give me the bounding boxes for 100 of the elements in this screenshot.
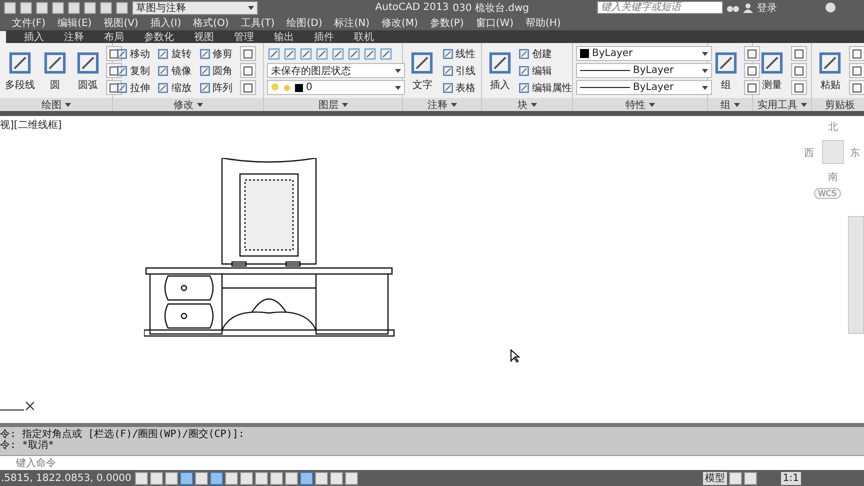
linetype-dropdown[interactable]: ByLayer bbox=[576, 80, 712, 95]
ribbon-icon-button[interactable] bbox=[240, 63, 256, 78]
panel-title[interactable]: 特性 bbox=[573, 98, 707, 111]
ribbon-tool-button[interactable]: 旋转 bbox=[157, 46, 196, 60]
ribbon-icon-button[interactable] bbox=[790, 63, 806, 78]
menu-item[interactable]: 文件(F) bbox=[12, 16, 46, 30]
wcs-menu[interactable]: WCS bbox=[814, 188, 841, 199]
panel-title[interactable]: 注释 bbox=[403, 98, 481, 111]
ribbon-tool-button[interactable]: 移动 bbox=[116, 46, 154, 60]
drafting-toggle[interactable] bbox=[195, 472, 208, 484]
menu-item[interactable]: 窗口(W) bbox=[476, 16, 514, 30]
ribbon-tool-button[interactable]: 表格 bbox=[442, 80, 478, 94]
ribbon-tool-button[interactable]: 组 bbox=[711, 50, 741, 92]
ribbon-tool-button[interactable]: 线性 bbox=[442, 46, 478, 60]
menu-item[interactable]: 标注(N) bbox=[334, 16, 370, 30]
ribbon-icon-button[interactable] bbox=[240, 46, 256, 61]
drafting-toggle[interactable] bbox=[150, 472, 163, 484]
ribbon-icon-button[interactable] bbox=[848, 63, 864, 78]
quick-access-icon[interactable] bbox=[84, 2, 96, 14]
panel-title[interactable]: 剪贴板 bbox=[812, 98, 864, 111]
ribbon-tab[interactable]: 布局 bbox=[102, 30, 126, 44]
ribbon-tool-button[interactable]: 圆角 bbox=[198, 64, 237, 78]
model-button[interactable]: 模型 bbox=[702, 472, 727, 484]
ribbon-tab[interactable]: 注释 bbox=[62, 30, 86, 44]
drafting-toggle[interactable] bbox=[165, 472, 178, 484]
ribbon-tool-button[interactable]: 缩放 bbox=[157, 80, 196, 94]
sign-in-link[interactable]: 登录 bbox=[757, 0, 777, 14]
drafting-toggle[interactable] bbox=[240, 472, 253, 484]
linetype-dropdown[interactable]: ByLayer bbox=[576, 63, 712, 78]
drafting-toggle[interactable] bbox=[180, 472, 193, 484]
menu-item[interactable]: 编辑(E) bbox=[58, 16, 92, 30]
quick-access-icon[interactable] bbox=[36, 2, 48, 14]
menu-item[interactable]: 绘图(D) bbox=[286, 16, 322, 30]
drafting-toggle[interactable] bbox=[285, 472, 298, 484]
ribbon-tool-button[interactable]: 测量 bbox=[756, 50, 788, 92]
menu-item[interactable]: 工具(T) bbox=[240, 16, 275, 30]
ribbon-tool-button[interactable]: 修剪 bbox=[198, 46, 237, 60]
ribbon-icon-button[interactable] bbox=[240, 80, 256, 95]
menu-item[interactable]: 视图(V) bbox=[104, 16, 138, 30]
panel-title[interactable]: 修改 bbox=[113, 98, 263, 111]
layout-icon[interactable] bbox=[728, 472, 742, 484]
ribbon-tool-button[interactable]: 多段线 bbox=[3, 50, 37, 92]
ribbon-icon-button[interactable] bbox=[790, 80, 806, 95]
ribbon-tool-button[interactable]: 创建 bbox=[518, 46, 572, 60]
ribbon-icon-button[interactable] bbox=[744, 63, 760, 78]
quick-access-icon[interactable] bbox=[20, 2, 32, 14]
quick-access-icon[interactable] bbox=[68, 2, 80, 14]
annotation-scale[interactable]: 1:1 bbox=[780, 472, 801, 484]
ribbon-tool-button[interactable]: 阵列 bbox=[198, 80, 237, 94]
menu-item[interactable]: 插入(I) bbox=[150, 16, 182, 30]
viewport-label[interactable]: 视][二维线框] bbox=[0, 118, 62, 132]
command-input[interactable]: 键入命令 bbox=[0, 455, 864, 470]
ribbon-icon-button[interactable] bbox=[848, 80, 864, 95]
panel-title[interactable]: 图层 bbox=[264, 98, 402, 111]
ribbon-icon-button[interactable] bbox=[790, 46, 806, 61]
ribbon-tab[interactable]: 视图 bbox=[192, 30, 216, 44]
color-dropdown[interactable]: ByLayer bbox=[576, 46, 712, 61]
ribbon-tool-button[interactable]: 引线 bbox=[442, 64, 478, 78]
quick-access-icon[interactable] bbox=[116, 2, 128, 14]
drafting-toggle[interactable] bbox=[300, 472, 313, 484]
ribbon-tool-button[interactable]: 复制 bbox=[116, 64, 154, 78]
workspace-dropdown[interactable]: 草图与注释 bbox=[132, 0, 258, 14]
quick-access-icon[interactable] bbox=[100, 2, 112, 14]
ribbon-tool-button[interactable]: 镜像 bbox=[157, 64, 196, 78]
drafting-toggle[interactable] bbox=[270, 472, 283, 484]
quick-access-icon[interactable] bbox=[4, 2, 16, 14]
layer-state-dropdown[interactable]: 未保存的图层状态 bbox=[267, 63, 405, 78]
drafting-toggle[interactable] bbox=[315, 472, 328, 484]
ribbon-tool-button[interactable]: 粘贴 bbox=[815, 50, 846, 92]
layer-dropdown[interactable]: 0 bbox=[267, 80, 405, 95]
ribbon-icon-button[interactable] bbox=[744, 80, 760, 95]
ribbon-tab[interactable]: 插入 bbox=[22, 30, 46, 44]
menu-item[interactable]: 帮助(H) bbox=[526, 16, 561, 30]
ribbon-tab[interactable]: 插件 bbox=[312, 30, 336, 44]
ribbon-icon-button[interactable] bbox=[848, 46, 864, 61]
ribbon-tool-button[interactable]: 圆弧 bbox=[73, 50, 103, 92]
drafting-toggle[interactable] bbox=[135, 472, 148, 484]
ribbon-icon-button[interactable] bbox=[744, 46, 760, 61]
ribbon-tab[interactable]: 参数化 bbox=[142, 30, 176, 44]
panel-title[interactable]: 块 bbox=[482, 98, 572, 111]
ribbon-tool-button[interactable]: 圆 bbox=[40, 50, 70, 92]
drafting-toggle[interactable] bbox=[330, 472, 343, 484]
ribbon-tab[interactable]: 输出 bbox=[272, 30, 296, 44]
ribbon-tab[interactable]: 联机 bbox=[352, 30, 376, 44]
panel-title[interactable]: 实用工具 bbox=[753, 98, 811, 111]
ribbon-tool-button[interactable]: 编辑 bbox=[518, 64, 572, 78]
layout-icon[interactable] bbox=[744, 472, 757, 484]
ribbon-tool-button[interactable]: 拉伸 bbox=[116, 80, 154, 94]
panel-title[interactable]: 绘图 bbox=[0, 98, 112, 111]
drafting-toggle[interactable] bbox=[255, 472, 268, 484]
drafting-toggle[interactable] bbox=[210, 472, 223, 484]
drafting-toggle[interactable] bbox=[345, 472, 358, 484]
menu-item[interactable]: 修改(M) bbox=[382, 16, 418, 30]
quick-access-icon[interactable] bbox=[52, 2, 64, 14]
ribbon-tool-button[interactable]: 文字 bbox=[406, 50, 438, 92]
ribbon-tool-button[interactable]: 插入 bbox=[485, 50, 515, 92]
ribbon-tab[interactable]: 管理 bbox=[232, 30, 256, 44]
ribbon-tool-button[interactable]: 编辑属性 bbox=[518, 80, 572, 94]
menu-item[interactable]: 参数(P) bbox=[430, 16, 464, 30]
panel-title[interactable]: 组 bbox=[708, 98, 752, 111]
